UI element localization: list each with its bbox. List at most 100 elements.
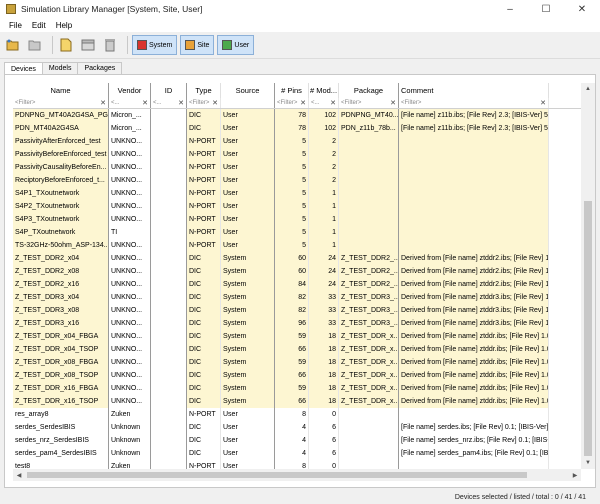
filter-cell-type[interactable]: <Filter> ✕ — [187, 98, 221, 108]
filter-cell-id[interactable]: <... ✕ — [151, 98, 187, 108]
window-title: Simulation Library Manager [System, Site… — [21, 4, 203, 14]
table-row[interactable]: Z_TEST_DDR_x04_TSOP UNKNO... DIC System 66 18… — [13, 343, 581, 356]
clear-filter-icon[interactable]: ✕ — [330, 99, 336, 107]
tab-packages[interactable]: Packages — [77, 62, 123, 74]
filter-cell-pins[interactable]: <Filter> ✕ — [275, 98, 309, 108]
cell-comment — [399, 187, 549, 200]
tab-models[interactable]: Models — [41, 62, 79, 74]
table-row[interactable]: S4P2_TXoutnetwork UNKNO... N-PORT User 5 1 — [13, 200, 581, 213]
table-row[interactable]: ReciptoryBeforeEnforced_t... UNKNO... N-PO… — [13, 174, 581, 187]
scroll-up-icon[interactable]: ▲ — [581, 83, 595, 95]
cell-comment — [399, 213, 549, 226]
filter-input-comment[interactable]: <Filter> — [401, 100, 421, 106]
column-header-comment[interactable]: Comment — [399, 83, 549, 98]
filter-cell-comment[interactable]: <Filter> ✕ — [399, 98, 549, 108]
table-row[interactable]: PassivityCausalityBeforeEn... UNKNO... N-P… — [13, 161, 581, 174]
cell-comment: Derived from [File name] ztddr.ibs; [Fil… — [399, 330, 549, 343]
table-row[interactable]: S4P1_TXoutnetwork UNKNO... N-PORT User 5 1 — [13, 187, 581, 200]
column-header-pins[interactable]: # Pins — [275, 83, 309, 98]
column-header-name[interactable]: Name — [13, 83, 109, 98]
header-row: Name Vendor ID Type Source # Pins # Mod... Pack… — [13, 83, 581, 98]
column-header-type[interactable]: Type — [187, 83, 221, 98]
table-row[interactable]: PDN_MT40A2G4SA Micron_... DIC User 78 102 PDN_… — [13, 122, 581, 135]
maximize-button[interactable]: ☐ — [528, 0, 564, 18]
mode-user-button[interactable]: User — [217, 35, 255, 55]
table-row[interactable]: res_array8 Zuken N-PORT User 8 0 — [13, 408, 581, 421]
horizontal-scroll-thumb[interactable] — [27, 472, 527, 478]
menu-edit[interactable]: Edit — [27, 21, 51, 30]
table-row[interactable]: Z_TEST_DDR_x08_FBGA UNKNO... DIC System 59 18… — [13, 356, 581, 369]
table-row[interactable]: S4P3_TXoutnetwork UNKNO... N-PORT User 5 1 — [13, 213, 581, 226]
vertical-scroll-thumb[interactable] — [584, 201, 592, 456]
clear-filter-icon[interactable]: ✕ — [390, 99, 396, 107]
table-row[interactable]: Z_TEST_DDR2_x08 UNKNO... DIC System 60 24 Z_TE… — [13, 265, 581, 278]
toolbar: System Site User — [0, 32, 600, 59]
minimize-button[interactable]: – — [492, 0, 528, 18]
table-row[interactable]: serdes_SerdesIBIS Unknown DIC User 4 6 [File n… — [13, 421, 581, 434]
menu-help[interactable]: Help — [51, 21, 77, 30]
scroll-right-icon[interactable]: ▶ — [569, 469, 581, 481]
table-row[interactable]: Z_TEST_DDR_x08_TSOP UNKNO... DIC System 66 18… — [13, 369, 581, 382]
table-row[interactable]: S4P_TXoutnetwork TI N-PORT User 5 1 — [13, 226, 581, 239]
column-header-package[interactable]: Package — [339, 83, 399, 98]
cell-comment: [File name] z11b.ibs; [File Rev] 2.3; [I… — [399, 122, 549, 135]
cell-id — [151, 291, 187, 304]
table-row[interactable]: Z_TEST_DDR_x16_TSOP UNKNO... DIC System 66 18… — [13, 395, 581, 408]
filter-cell-mods[interactable]: <... ✕ — [309, 98, 339, 108]
table-row[interactable]: serdes_nrz_SerdesIBIS Unknown DIC User 4 6 [Fi… — [13, 434, 581, 447]
filter-input-name[interactable]: <Filter> — [15, 100, 35, 106]
column-header-vendor[interactable]: Vendor — [109, 83, 151, 98]
cell-name: Z_TEST_DDR_x08_TSOP — [13, 369, 109, 382]
cell-package: Z_TEST_DDR2_... — [339, 278, 399, 291]
cell-source: User — [221, 187, 275, 200]
clear-filter-icon[interactable]: ✕ — [142, 99, 148, 107]
column-header-id[interactable]: ID — [151, 83, 187, 98]
table-row[interactable]: Z_TEST_DDR3_x04 UNKNO... DIC System 82 33 Z_TE… — [13, 291, 581, 304]
new-file-icon[interactable] — [57, 36, 75, 54]
table-row[interactable]: Z_TEST_DDR3_x08 UNKNO... DIC System 82 33 Z_TE… — [13, 304, 581, 317]
archive-icon[interactable] — [79, 36, 97, 54]
table-row[interactable]: PDNPNG_MT40A2G4SA_PGP... Micron_... DIC Use… — [13, 109, 581, 122]
cell-name: Z_TEST_DDR2_x04 — [13, 252, 109, 265]
menu-file[interactable]: File — [4, 21, 27, 30]
column-header-mods[interactable]: # Mod... — [309, 83, 339, 98]
filter-input-mods[interactable]: <... — [311, 100, 320, 106]
filter-cell-source[interactable] — [221, 98, 275, 108]
clear-filter-icon[interactable]: ✕ — [212, 99, 218, 107]
column-header-source[interactable]: Source — [221, 83, 275, 98]
mode-site-button[interactable]: Site — [180, 35, 215, 55]
delete-icon[interactable] — [101, 36, 119, 54]
filter-input-type[interactable]: <Filter> — [189, 100, 209, 106]
open-folder-gray-icon[interactable] — [26, 36, 44, 54]
horizontal-scrollbar[interactable]: ◀ ▶ — [13, 469, 581, 481]
filter-input-vendor[interactable]: <... — [111, 100, 120, 106]
clear-filter-icon[interactable]: ✕ — [540, 99, 546, 107]
table-row[interactable]: Z_TEST_DDR3_x16 UNKNO... DIC System 96 33 Z_TE… — [13, 317, 581, 330]
filter-input-id[interactable]: <... — [153, 100, 162, 106]
table-row[interactable]: serdes_pam4_SerdesIBIS Unknown DIC User 4 6 [F… — [13, 447, 581, 460]
table-row[interactable]: Z_TEST_DDR2_x04 UNKNO... DIC System 60 24 Z_TE… — [13, 252, 581, 265]
cell-source: System — [221, 291, 275, 304]
table-row[interactable]: Z_TEST_DDR_x04_FBGA UNKNO... DIC System 59 18… — [13, 330, 581, 343]
vertical-scrollbar[interactable]: ▲ ▼ — [581, 83, 595, 469]
table-row[interactable]: Z_TEST_DDR_x16_FBGA UNKNO... DIC System 59 18… — [13, 382, 581, 395]
filter-input-package[interactable]: <Filter> — [341, 100, 361, 106]
cell-id — [151, 330, 187, 343]
mode-system-button[interactable]: System — [132, 35, 178, 55]
clear-filter-icon[interactable]: ✕ — [100, 99, 106, 107]
filter-cell-name[interactable]: <Filter> ✕ — [13, 98, 109, 108]
close-button[interactable]: ✕ — [564, 0, 600, 18]
clear-filter-icon[interactable]: ✕ — [300, 99, 306, 107]
table-row[interactable]: PassivityAfterEnforced_test UNKNO... N-POR… — [13, 135, 581, 148]
filter-cell-package[interactable]: <Filter> ✕ — [339, 98, 399, 108]
table-row[interactable]: test8 Zuken N-PORT User 8 0 — [13, 460, 581, 469]
filter-cell-vendor[interactable]: <... ✕ — [109, 98, 151, 108]
table-row[interactable]: TS-32GHz-50ohm_ASP-134... UNKNO... N-PORT U… — [13, 239, 581, 252]
table-row[interactable]: PassivityBeforeEnforced_test UNKNO... N-PO… — [13, 148, 581, 161]
table-row[interactable]: Z_TEST_DDR2_x16 UNKNO... DIC System 84 24 Z_TE… — [13, 278, 581, 291]
open-folder-icon[interactable] — [4, 36, 22, 54]
scroll-down-icon[interactable]: ▼ — [581, 457, 595, 469]
clear-filter-icon[interactable]: ✕ — [178, 99, 184, 107]
filter-input-pins[interactable]: <Filter> — [277, 100, 297, 106]
scroll-left-icon[interactable]: ◀ — [13, 469, 25, 481]
